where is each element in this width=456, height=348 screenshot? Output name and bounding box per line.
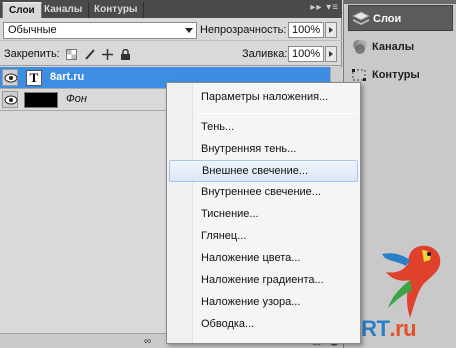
opacity-slider-button[interactable] [325, 22, 337, 38]
blend-mode-select[interactable]: Обычные [3, 22, 197, 39]
fill-label: Заливка: [242, 48, 288, 60]
blend-row: Обычные Непрозрачность: 100% [0, 19, 342, 41]
opacity-input[interactable]: 100% [288, 22, 324, 38]
lock-label: Закрепить: [4, 48, 60, 60]
watermark-text-b: .ru [389, 316, 417, 341]
text-layer-thumbnail: T [26, 70, 42, 86]
menu-separator [197, 113, 357, 114]
blend-mode-value: Обычные [8, 24, 57, 36]
menu-item-inner-glow[interactable]: Внутреннее свечение... [169, 182, 358, 204]
dock-header [344, 0, 456, 4]
menu-item-bevel-emboss[interactable]: Тиснение... [169, 204, 358, 226]
eye-icon [4, 95, 18, 105]
menu-item-pattern-overlay[interactable]: Наложение узора... [169, 292, 358, 314]
menu-item-outer-glow[interactable]: Внешнее свечение... [169, 160, 358, 182]
lock-all-icon[interactable] [120, 49, 131, 60]
link-layers-icon[interactable]: ∞ [144, 336, 151, 347]
dock-item-layers[interactable]: Слои [348, 5, 453, 31]
menu-item-stroke[interactable]: Обводка... [169, 314, 358, 336]
menu-item-label: Глянец... [201, 230, 247, 242]
parrot-logo-icon [382, 245, 441, 318]
menu-item-label: Наложение цвета... [201, 252, 301, 264]
dock-item-paths[interactable]: Контуры [348, 62, 453, 88]
tab-layers[interactable]: Слои [2, 2, 42, 18]
tab-channels[interactable]: Каналы [38, 2, 90, 18]
lock-transparency-icon[interactable] [66, 49, 77, 60]
tab-paths[interactable]: Контуры [88, 2, 145, 18]
menu-item-blending-options[interactable]: Параметры наложения... [169, 87, 358, 109]
panel-menu-button[interactable]: ▸▸ ▾≡ [310, 2, 339, 13]
menu-item-label: Тиснение... [201, 208, 259, 220]
visibility-toggle[interactable] [2, 69, 18, 86]
layer-thumbnail [24, 92, 58, 108]
eye-icon [4, 73, 18, 83]
dock-label: Контуры [372, 69, 420, 81]
layer-name[interactable]: Фон [66, 93, 87, 105]
fill-slider-button[interactable] [325, 46, 337, 62]
visibility-toggle[interactable] [2, 91, 18, 108]
menu-item-label: Параметры наложения... [201, 91, 329, 103]
channels-icon [353, 40, 367, 54]
lock-brush-icon[interactable] [84, 49, 95, 60]
menu-item-label: Наложение градиента... [201, 274, 324, 286]
layer-name[interactable]: 8art.ru [50, 71, 84, 83]
lock-row: Закрепить: Заливка: 100% [0, 42, 342, 66]
chevron-down-icon [185, 28, 193, 33]
dock-item-channels[interactable]: Каналы [348, 34, 453, 60]
opacity-label: Непрозрачность: [200, 24, 287, 36]
menu-item-label: Наложение узора... [201, 296, 301, 308]
menu-item-drop-shadow[interactable]: Тень... [169, 117, 358, 139]
dock-label: Каналы [372, 41, 415, 53]
panel-tabbar: Слои Каналы Контуры ▸▸ ▾≡ [0, 0, 342, 18]
menu-item-label: Внутреннее свечение... [201, 186, 321, 198]
menu-item-gradient-overlay[interactable]: Наложение градиента... [169, 270, 358, 292]
menu-item-label: Внешнее свечение... [202, 165, 309, 177]
dock-label: Слои [373, 13, 402, 25]
layers-stack-icon [352, 11, 370, 25]
menu-item-inner-shadow[interactable]: Внутренняя тень... [169, 139, 358, 161]
fill-input[interactable]: 100% [288, 46, 324, 62]
menu-item-satin[interactable]: Глянец... [169, 226, 358, 248]
lock-move-icon[interactable] [102, 49, 113, 60]
menu-item-color-overlay[interactable]: Наложение цвета... [169, 248, 358, 270]
menu-item-label: Обводка... [201, 318, 255, 330]
menu-item-label: Внутренняя тень... [201, 143, 297, 155]
layer-style-context-menu: Параметры наложения... Тень... Внутрення… [166, 82, 361, 344]
menu-item-label: Тень... [201, 121, 235, 133]
